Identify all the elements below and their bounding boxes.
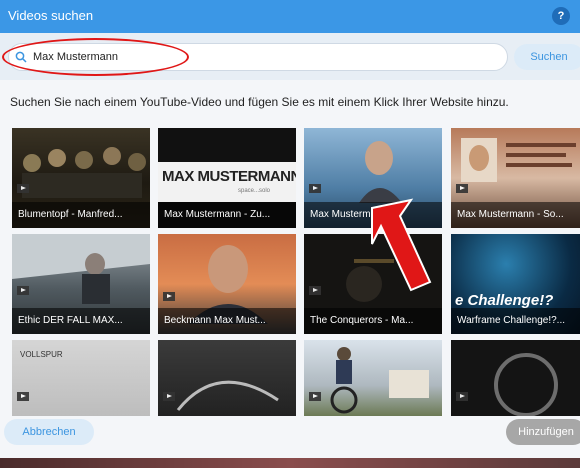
video-tile[interactable]: e Challenge!? Warframe Challenge!?...: [451, 234, 580, 334]
thumbnail-text: e Challenge!?: [455, 292, 554, 309]
play-icon: [456, 392, 468, 401]
thumbnail-banner: MAX MUSTERMANN space...solo: [158, 162, 296, 202]
dialog-title: Videos suchen: [8, 8, 94, 23]
video-title: Beckmann Max Must...: [158, 308, 296, 334]
video-title: The Conquerors - Ma...: [304, 308, 442, 334]
cancel-button[interactable]: Abbrechen: [4, 419, 94, 445]
video-tile[interactable]: Max Mustermann - So...: [451, 128, 580, 228]
video-tile[interactable]: The Conquerors - Ma...: [304, 234, 442, 334]
video-title: Max Mustermann - So...: [451, 202, 580, 228]
play-icon: [163, 392, 175, 401]
video-tile[interactable]: [304, 340, 442, 416]
search-row: Suchen: [0, 33, 580, 80]
play-icon: [309, 392, 321, 401]
video-tile[interactable]: Ethic DER FALL MAX...: [12, 234, 150, 334]
video-grid: Blumentopf - Manfred... MAX MUSTERMANN s…: [0, 120, 580, 416]
video-title: Blumentopf - Manfred...: [12, 202, 150, 228]
search-button[interactable]: Suchen: [514, 44, 580, 70]
video-title: Max Musterm...: [304, 202, 442, 228]
search-input[interactable]: [31, 47, 495, 67]
thumbnail-text: VOLLSPUR: [20, 350, 63, 359]
play-icon: [17, 392, 29, 401]
video-tile[interactable]: Max Musterm...: [304, 128, 442, 228]
video-tile[interactable]: Blumentopf - Manfred...: [12, 128, 150, 228]
background-strip: [0, 458, 580, 468]
video-tile[interactable]: [451, 340, 580, 416]
play-icon: [309, 184, 321, 193]
video-tile[interactable]: [158, 340, 296, 416]
video-title: Max Mustermann - Zu...: [158, 202, 296, 228]
video-tile[interactable]: VOLLSPUR: [12, 340, 150, 416]
thumbnail-text: MAX MUSTERMANN: [162, 168, 296, 185]
play-icon: [17, 286, 29, 295]
instruction-text: Suchen Sie nach einem YouTube-Video und …: [10, 95, 509, 109]
search-box[interactable]: [8, 43, 508, 71]
play-icon: [309, 286, 321, 295]
thumbnail-subtext: space...solo: [238, 188, 271, 194]
video-title: Warframe Challenge!?...: [451, 308, 580, 334]
video-tile[interactable]: MAX MUSTERMANN space...solo Max Musterma…: [158, 128, 296, 228]
video-title: Ethic DER FALL MAX...: [12, 308, 150, 334]
dialog-titlebar: Videos suchen ?: [0, 0, 580, 33]
help-button[interactable]: ?: [552, 7, 570, 25]
play-icon: [456, 184, 468, 193]
search-icon: [15, 50, 27, 68]
play-icon: [17, 184, 29, 193]
video-tile[interactable]: Beckmann Max Must...: [158, 234, 296, 334]
play-icon: [163, 292, 175, 301]
add-button[interactable]: Hinzufügen: [506, 419, 580, 445]
